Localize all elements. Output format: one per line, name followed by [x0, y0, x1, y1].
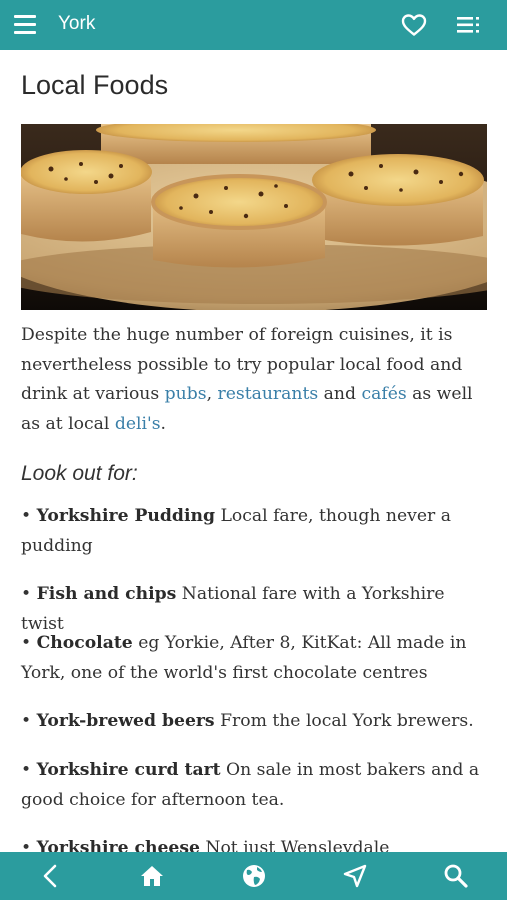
menu-icon[interactable]	[14, 15, 36, 35]
bullet: •	[21, 633, 37, 653]
heart-icon[interactable]	[401, 13, 427, 37]
list-item: • Chocolate eg Yorkie, After 8, KitKat: …	[21, 629, 487, 688]
item-name: Yorkshire Pudding	[36, 506, 215, 526]
article-content[interactable]: Local Foods Despite the huge number of f…	[0, 50, 507, 852]
table-of-contents-icon[interactable]	[457, 16, 481, 34]
item-name: Fish and chips	[36, 584, 177, 604]
bullet: •	[21, 584, 37, 604]
intro-sep: ,	[206, 384, 218, 404]
bullet: •	[21, 760, 37, 780]
top-app-bar: York	[0, 0, 507, 50]
item-name: York-brewed beers	[36, 711, 215, 731]
link-pubs[interactable]: pubs	[165, 384, 207, 404]
globe-icon[interactable]	[241, 863, 267, 889]
chevron-left-icon[interactable]	[38, 863, 64, 889]
list-item: • Yorkshire cheese Not just Wensleydale	[21, 834, 487, 852]
item-desc: Not just Wensleydale	[205, 838, 390, 852]
app-title: York	[58, 13, 96, 34]
link-cafes[interactable]: cafés	[361, 384, 406, 404]
link-restaurants[interactable]: restaurants	[218, 384, 319, 404]
home-icon[interactable]	[139, 863, 165, 889]
bullet: •	[21, 506, 37, 526]
intro-text: .	[160, 413, 167, 434]
bullet: •	[21, 711, 37, 731]
bottom-nav-bar	[0, 852, 507, 900]
list-item: • Yorkshire Pudding Local fare, though n…	[21, 502, 487, 561]
item-name: Yorkshire cheese	[36, 838, 200, 852]
look-out-heading: Look out for:	[21, 462, 138, 485]
link-delis[interactable]: deli's	[115, 414, 161, 434]
navigation-arrow-icon[interactable]	[342, 863, 368, 889]
search-icon[interactable]	[443, 863, 469, 889]
list-item: • Yorkshire curd tart On sale in most ba…	[21, 756, 487, 815]
list-item: • York-brewed beers From the local York …	[21, 707, 487, 737]
item-desc: From the local York brewers.	[220, 711, 474, 731]
item-name: Chocolate	[36, 633, 133, 653]
bullet: •	[21, 838, 37, 852]
intro-sep: and	[318, 384, 362, 404]
page-title: Local Foods	[21, 70, 169, 100]
item-name: Yorkshire curd tart	[36, 760, 221, 780]
intro-paragraph: Despite the huge number of foreign cuisi…	[21, 321, 487, 439]
hero-image-custard-tarts	[21, 124, 487, 310]
